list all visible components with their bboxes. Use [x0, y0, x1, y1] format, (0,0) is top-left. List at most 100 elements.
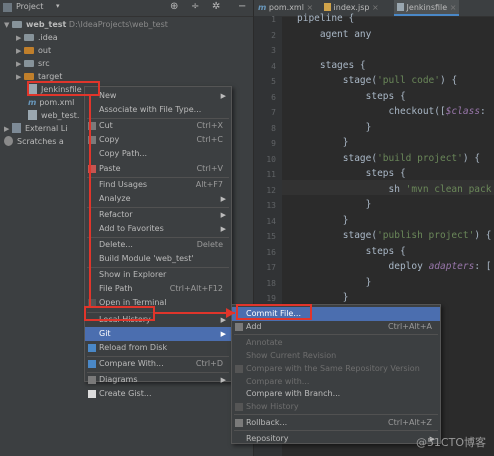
- menu-item-add[interactable]: Add Ctrl+Alt+A: [232, 320, 440, 334]
- close-icon[interactable]: ×: [372, 3, 379, 12]
- menu-item-create-gist[interactable]: Create Gist...: [85, 387, 231, 401]
- code-line: stage('publish project') {: [297, 230, 492, 241]
- highlight-git: [84, 306, 155, 321]
- menu-item-git[interactable]: Git ▶: [85, 326, 231, 341]
- menu-item-repository[interactable]: Repository ▶: [232, 432, 440, 446]
- menu-item-label: Copy: [99, 135, 120, 145]
- menu-item-cut[interactable]: Cut Ctrl+X: [85, 119, 231, 133]
- menu-item-compare-with: Compare with...: [232, 375, 440, 389]
- menu-item-show-in-explorer[interactable]: Show in Explorer: [85, 268, 231, 282]
- locate-icon[interactable]: ⊕: [170, 1, 178, 12]
- menu-separator: [234, 333, 438, 335]
- tree-item[interactable]: ▼ web_test D:\IdeaProjects\web_test: [4, 18, 168, 31]
- tree-item[interactable]: m pom.xml: [28, 96, 74, 109]
- code-line: steps {: [297, 168, 406, 179]
- code-line: agent any: [297, 28, 372, 40]
- line-number: 2: [271, 30, 276, 40]
- menu-item-label: Paste: [99, 163, 121, 173]
- menu-item-diagrams[interactable]: Diagrams ▶: [85, 373, 231, 387]
- line-number: 15: [266, 232, 276, 241]
- line-number: 14: [266, 216, 276, 226]
- menu-item-label: Build Module 'web_test': [99, 254, 194, 264]
- code-line: pipeline {: [297, 13, 355, 24]
- collapsed-arrow-icon[interactable]: ▶: [16, 71, 24, 84]
- reload-icon: [88, 343, 96, 352]
- tree-item[interactable]: ▶ src: [16, 57, 50, 70]
- submenu-arrow-icon: ▶: [220, 329, 226, 338]
- tree-item[interactable]: ▶ External Li: [4, 122, 67, 135]
- line-number: 13: [266, 201, 276, 210]
- menu-item-compare-with-branch[interactable]: Compare with Branch...: [232, 387, 440, 401]
- menu-item-rollback[interactable]: Rollback... Ctrl+Alt+Z: [232, 416, 440, 430]
- tree-item-label: Scratches a: [17, 137, 64, 146]
- tree-item-label: web_test.: [41, 111, 80, 120]
- menu-item-refactor[interactable]: Refactor ▶: [85, 208, 231, 222]
- tree-item-label: pom.xml: [39, 98, 75, 107]
- menu-item-file-path[interactable]: File Path Ctrl+Alt+F12: [85, 282, 231, 296]
- code-line: deploy adapters: [: [297, 261, 492, 272]
- menu-item-add-to-favorites[interactable]: Add to Favorites ▶: [85, 222, 231, 236]
- folder-icon: [24, 47, 34, 54]
- menu-shortcut: Ctrl+Alt+F12: [169, 284, 223, 294]
- menu-item-label: Copy Path...: [99, 149, 148, 159]
- menu-item-delete[interactable]: Delete... Delete: [85, 238, 231, 252]
- menu-item-label: File Path: [99, 284, 133, 294]
- close-icon[interactable]: ×: [307, 3, 314, 12]
- tree-item[interactable]: ▶ out: [16, 44, 51, 57]
- tree-item[interactable]: Scratches a: [4, 135, 64, 148]
- menu-item-reload-from-disk[interactable]: Reload from Disk: [85, 341, 231, 355]
- line-number: 4: [271, 61, 276, 71]
- maven-icon: m: [258, 3, 267, 12]
- line-number: 16: [266, 247, 276, 257]
- arrow-line: [155, 312, 235, 314]
- code-line: }: [297, 199, 372, 210]
- menu-shortcut: Ctrl+Alt+A: [388, 321, 432, 331]
- hide-icon[interactable]: −: [238, 1, 246, 12]
- menu-item-copy-path[interactable]: Copy Path...: [85, 147, 231, 161]
- close-icon[interactable]: ×: [450, 3, 457, 12]
- menu-item-show-history: Show History: [232, 400, 440, 414]
- code-line: }: [297, 292, 349, 303]
- jsp-icon: [324, 3, 331, 11]
- code-line: }: [297, 137, 349, 148]
- tab-label: index.jsp: [333, 3, 370, 12]
- line-number: 10: [266, 154, 276, 164]
- menu-shortcut: Ctrl+X: [196, 121, 223, 131]
- menu-item-associate-with-file-type[interactable]: Associate with File Type...: [85, 103, 231, 117]
- code-line: steps {: [297, 245, 406, 257]
- menu-item-new[interactable]: New ▶: [85, 89, 231, 103]
- tree-item-label: .idea: [38, 33, 58, 42]
- menu-item-copy[interactable]: Copy Ctrl+C: [85, 133, 231, 147]
- arrow-line: [89, 96, 91, 306]
- chevron-down-icon[interactable]: ▾: [56, 2, 60, 10]
- tree-item-label: target: [38, 72, 63, 81]
- expanded-arrow-icon[interactable]: ▼: [4, 19, 12, 32]
- collapse-icon[interactable]: ÷: [191, 1, 199, 12]
- line-number: 3: [271, 46, 276, 55]
- project-panel-title[interactable]: Project: [16, 2, 43, 11]
- add-icon: [235, 322, 243, 331]
- menu-item-label: Reload from Disk: [99, 342, 168, 352]
- menu-item-find-usages[interactable]: Find Usages Alt+F7: [85, 178, 231, 192]
- menu-item-annotate: Annotate: [232, 336, 440, 350]
- menu-shortcut: Ctrl+Alt+Z: [388, 418, 432, 428]
- menu-item-paste[interactable]: Paste Ctrl+V: [85, 162, 231, 176]
- menu-item-compare-with[interactable]: Compare With... Ctrl+D: [85, 357, 231, 371]
- gear-icon[interactable]: ✲: [212, 1, 220, 12]
- menu-item-label: Add: [246, 321, 262, 331]
- menu-item-build-module-web-test[interactable]: Build Module 'web_test': [85, 252, 231, 266]
- rollback-icon: [235, 419, 243, 428]
- menu-item-label: Find Usages: [99, 179, 148, 189]
- folder-icon: [24, 34, 34, 41]
- editor-tabs: m pom.xml × index.jsp × Jenkinsfile ×: [254, 0, 494, 17]
- tree-item[interactable]: web_test.: [28, 109, 79, 122]
- tree-item[interactable]: ▶ .idea: [16, 31, 58, 44]
- menu-item-analyze[interactable]: Analyze ▶: [85, 192, 231, 206]
- menu-item-label: Show in Explorer: [99, 270, 167, 280]
- diagrams-icon: [88, 375, 96, 384]
- submenu-arrow-icon: ▶: [220, 92, 226, 100]
- menu-item-label: Compare with...: [246, 376, 310, 386]
- submenu-arrow-icon: ▶: [220, 194, 226, 203]
- tab-jenkinsfile[interactable]: Jenkinsfile ×: [394, 0, 460, 16]
- code-line: checkout([$class:: [297, 106, 486, 117]
